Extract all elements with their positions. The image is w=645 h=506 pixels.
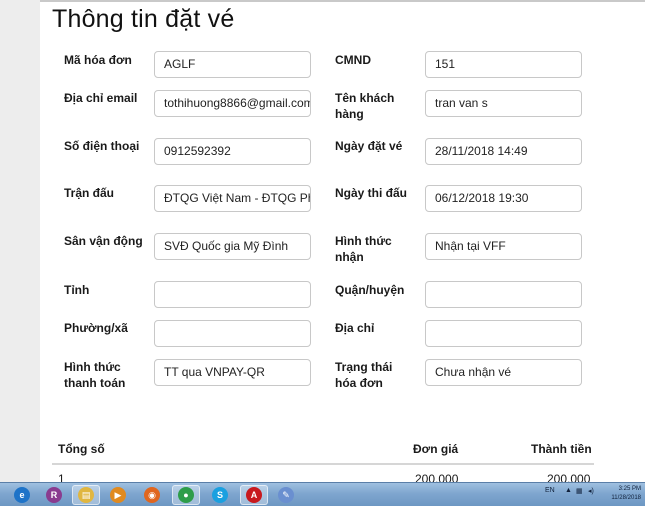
language-indicator[interactable]: EN <box>545 487 555 494</box>
table-cell-unit-price: 200.000 <box>415 472 459 482</box>
taskbar-item-firefox[interactable]: ◉ <box>138 485 166 505</box>
acrobat-icon: A <box>246 487 262 503</box>
email-label: Địa chỉ email <box>64 91 138 105</box>
email-field[interactable]: tothihuong8866@gmail.com <box>154 90 311 117</box>
system-clock[interactable]: 3:25 PM 11/28/2018 <box>611 485 641 503</box>
skype-icon: S <box>212 487 228 503</box>
table-header-divider <box>52 463 594 465</box>
phone-label: Số điện thoại <box>64 139 140 153</box>
taskbar-item-internet-explorer[interactable]: e <box>8 485 36 505</box>
table-header-quantity: Tổng số <box>58 442 105 456</box>
clock-date: 11/28/2018 <box>611 495 641 501</box>
internet-explorer-icon: e <box>14 487 30 503</box>
media-player-icon: ▶ <box>110 487 126 503</box>
payment-method-label: Hình thức thanh toán <box>64 360 126 390</box>
district-field[interactable] <box>425 281 582 308</box>
ward-field[interactable] <box>154 320 311 347</box>
id-card-label: CMND <box>335 53 371 67</box>
delivery-method-label: Hình thức nhận <box>335 234 392 264</box>
province-field[interactable] <box>154 281 311 308</box>
paint-icon: ✎ <box>278 487 294 503</box>
district-label: Quận/huyện <box>335 283 405 297</box>
clock-time: 3:25 PM <box>618 486 641 492</box>
match-date-label: Ngày thi đấu <box>335 186 408 200</box>
stadium-label: Sân vận động <box>64 234 143 248</box>
taskbar: e R ▤ ▶ ◉ ● S A ✎ EN ▲ ▦ ◂) 3:25 PM 11/28/2018 <box>0 482 645 506</box>
invoice-status-field[interactable]: Chưa nhận vé <box>425 359 582 386</box>
phone-field[interactable]: 0912592392 <box>154 138 311 165</box>
payment-method-field[interactable]: TT qua VNPAY-QR <box>154 359 311 386</box>
address-field[interactable] <box>425 320 582 347</box>
booking-page: Thông tin đặt vé Mã hóa đơn AGLF Địa chỉ… <box>0 0 645 482</box>
match-field[interactable]: ĐTQG Việt Nam - ĐTQG Phi <box>154 185 311 212</box>
booking-date-label: Ngày đặt vé <box>335 139 403 153</box>
taskbar-item-paint[interactable]: ✎ <box>272 485 300 505</box>
volume-icon[interactable]: ◂) <box>588 487 594 495</box>
match-label: Trận đấu <box>64 186 115 200</box>
table-cell-total: 200.000 <box>547 472 591 482</box>
delivery-method-field[interactable]: Nhận tại VFF <box>425 233 582 260</box>
customer-name-label: Tên khách hàng <box>335 91 395 121</box>
taskbar-item-winrar[interactable]: R <box>40 485 68 505</box>
booking-date-field[interactable]: 28/11/2018 14:49 <box>425 138 582 165</box>
tray-expand-icon[interactable]: ▲ <box>565 487 572 494</box>
table-cell-quantity: 1 <box>58 472 65 482</box>
id-card-field[interactable]: 151 <box>425 51 582 78</box>
table-header-total: Thành tiền <box>531 442 592 456</box>
customer-name-field[interactable]: tran van s <box>425 90 582 117</box>
invoice-status-label: Trạng thái hóa đơn <box>335 360 393 390</box>
match-date-field[interactable]: 06/12/2018 19:30 <box>425 185 582 212</box>
address-label: Địa chỉ <box>335 321 375 335</box>
network-icon[interactable]: ▦ <box>576 487 583 495</box>
file-explorer-icon: ▤ <box>78 487 94 503</box>
invoice-code-label: Mã hóa đơn <box>64 53 132 67</box>
firefox-icon: ◉ <box>144 487 160 503</box>
top-divider <box>40 0 645 2</box>
taskbar-item-skype[interactable]: S <box>206 485 234 505</box>
chrome-icon: ● <box>178 487 194 503</box>
winrar-icon: R <box>46 487 62 503</box>
taskbar-item-acrobat[interactable]: A <box>240 485 268 505</box>
stadium-field[interactable]: SVĐ Quốc gia Mỹ Đình <box>154 233 311 260</box>
table-header-unit-price: Đơn giá <box>413 442 459 456</box>
ward-label: Phường/xã <box>64 321 128 335</box>
taskbar-item-media-player[interactable]: ▶ <box>104 485 132 505</box>
invoice-code-field[interactable]: AGLF <box>154 51 311 78</box>
taskbar-item-chrome[interactable]: ● <box>172 485 200 505</box>
left-margin <box>0 0 40 482</box>
taskbar-item-file-explorer[interactable]: ▤ <box>72 485 100 505</box>
page-title: Thông tin đặt vé <box>52 5 235 33</box>
province-label: Tỉnh <box>64 283 90 297</box>
